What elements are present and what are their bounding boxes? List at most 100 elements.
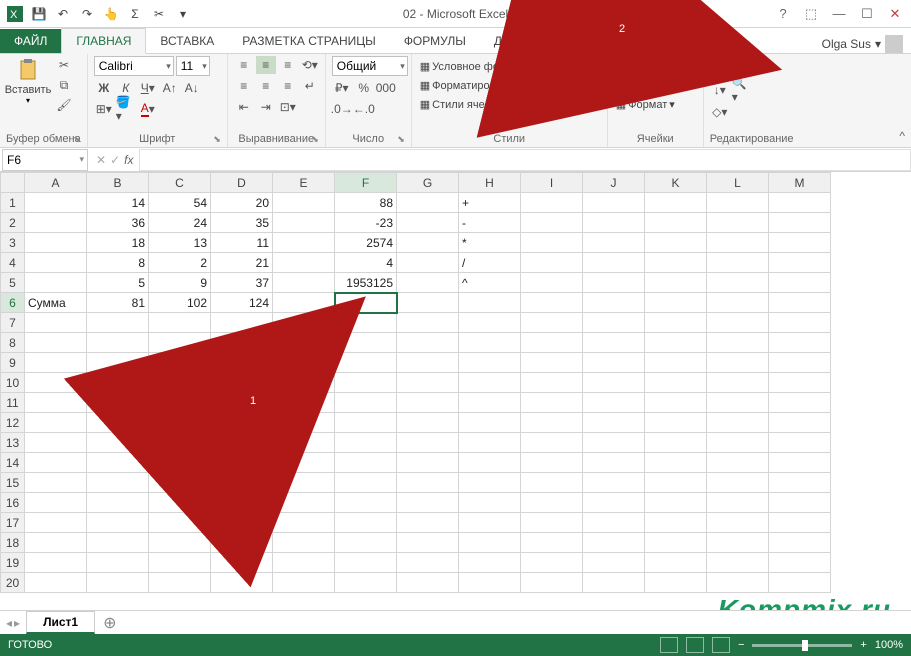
wrap-text-icon[interactable]: ↵ [300, 77, 320, 95]
cell-A5[interactable] [25, 273, 87, 293]
maximize-icon[interactable]: ☐ [857, 4, 877, 24]
column-header-B[interactable]: B [87, 173, 149, 193]
cell-A13[interactable] [25, 433, 87, 453]
cell-B11[interactable] [87, 393, 149, 413]
row-header-12[interactable]: 12 [1, 413, 25, 433]
row-header-16[interactable]: 16 [1, 493, 25, 513]
cell-F5[interactable]: 1953125 [335, 273, 397, 293]
cell-K5[interactable] [645, 273, 707, 293]
normal-view-icon[interactable] [660, 637, 678, 653]
cell-H8[interactable] [459, 333, 521, 353]
cell-H7[interactable] [459, 313, 521, 333]
cell-B7[interactable] [87, 313, 149, 333]
cell-J20[interactable] [583, 573, 645, 593]
row-header-14[interactable]: 14 [1, 453, 25, 473]
row-header-10[interactable]: 10 [1, 373, 25, 393]
cell-E3[interactable] [273, 233, 335, 253]
increase-decimal-icon[interactable]: .0→ [332, 100, 352, 118]
cell-K20[interactable] [645, 573, 707, 593]
cell-L1[interactable] [707, 193, 769, 213]
cell-M12[interactable] [769, 413, 831, 433]
cell-G13[interactable] [397, 433, 459, 453]
cell-C15[interactable] [149, 473, 211, 493]
cell-B5[interactable]: 5 [87, 273, 149, 293]
merge-cells-icon[interactable]: ⊡▾ [278, 98, 298, 116]
zoom-level[interactable]: 100% [875, 639, 903, 651]
cell-B15[interactable] [87, 473, 149, 493]
cell-I11[interactable] [521, 393, 583, 413]
decrease-decimal-icon[interactable]: ←.0 [354, 100, 374, 118]
undo-icon[interactable]: ↶ [54, 5, 72, 23]
cell-E4[interactable] [273, 253, 335, 273]
cell-F13[interactable] [335, 433, 397, 453]
cell-M14[interactable] [769, 453, 831, 473]
cell-A1[interactable] [25, 193, 87, 213]
cell-D17[interactable] [211, 513, 273, 533]
cell-D14[interactable] [211, 453, 273, 473]
cell-L12[interactable] [707, 413, 769, 433]
sheet-nav-next-icon[interactable]: ▸ [14, 616, 20, 630]
row-header-11[interactable]: 11 [1, 393, 25, 413]
cell-H18[interactable] [459, 533, 521, 553]
align-middle-icon[interactable]: ≡ [256, 56, 276, 74]
row-header-5[interactable]: 5 [1, 273, 25, 293]
increase-indent-icon[interactable]: ⇥ [256, 98, 276, 116]
cell-L7[interactable] [707, 313, 769, 333]
cell-G5[interactable] [397, 273, 459, 293]
cell-D2[interactable]: 35 [211, 213, 273, 233]
cell-A16[interactable] [25, 493, 87, 513]
cell-K2[interactable] [645, 213, 707, 233]
cell-K10[interactable] [645, 373, 707, 393]
cell-L17[interactable] [707, 513, 769, 533]
cell-L3[interactable] [707, 233, 769, 253]
decrease-font-icon[interactable]: A↓ [182, 79, 202, 97]
cell-D16[interactable] [211, 493, 273, 513]
font-name-combo[interactable]: Calibri [94, 56, 174, 76]
cell-G6[interactable] [397, 293, 459, 313]
cell-H19[interactable] [459, 553, 521, 573]
cell-E12[interactable] [273, 413, 335, 433]
cell-G15[interactable] [397, 473, 459, 493]
cell-L13[interactable] [707, 433, 769, 453]
column-header-A[interactable]: A [25, 173, 87, 193]
cell-K1[interactable] [645, 193, 707, 213]
percent-icon[interactable]: % [354, 79, 374, 97]
cell-F18[interactable] [335, 533, 397, 553]
cell-J9[interactable] [583, 353, 645, 373]
row-header-17[interactable]: 17 [1, 513, 25, 533]
cell-C2[interactable]: 24 [149, 213, 211, 233]
cell-A6[interactable]: Сумма [25, 293, 87, 313]
cell-F14[interactable] [335, 453, 397, 473]
column-header-D[interactable]: D [211, 173, 273, 193]
find-select-icon[interactable]: 🔍▾ [732, 81, 752, 99]
zoom-out-icon[interactable]: − [738, 639, 744, 651]
row-header-15[interactable]: 15 [1, 473, 25, 493]
cell-G17[interactable] [397, 513, 459, 533]
cell-L5[interactable] [707, 273, 769, 293]
conditional-formatting-button[interactable]: ▦Условное форматирование ▾ [418, 59, 582, 74]
cell-J18[interactable] [583, 533, 645, 553]
cell-G20[interactable] [397, 573, 459, 593]
cell-B19[interactable] [87, 553, 149, 573]
cell-K8[interactable] [645, 333, 707, 353]
row-header-7[interactable]: 7 [1, 313, 25, 333]
fill-icon[interactable]: ↓▾ [710, 81, 730, 99]
font-size-combo[interactable]: 11 [176, 56, 210, 76]
cell-J7[interactable] [583, 313, 645, 333]
cell-I13[interactable] [521, 433, 583, 453]
cell-A19[interactable] [25, 553, 87, 573]
cell-I10[interactable] [521, 373, 583, 393]
cell-H9[interactable] [459, 353, 521, 373]
format-painter-icon[interactable]: 🖌 [54, 96, 74, 114]
cell-G18[interactable] [397, 533, 459, 553]
cell-M5[interactable] [769, 273, 831, 293]
redo-icon[interactable]: ↷ [78, 5, 96, 23]
cell-E15[interactable] [273, 473, 335, 493]
cell-L4[interactable] [707, 253, 769, 273]
cell-F12[interactable] [335, 413, 397, 433]
cell-B2[interactable]: 36 [87, 213, 149, 233]
cell-A20[interactable] [25, 573, 87, 593]
tab-file[interactable]: ФАЙЛ [0, 29, 61, 53]
name-box[interactable]: F6 [2, 149, 88, 171]
cell-K4[interactable] [645, 253, 707, 273]
